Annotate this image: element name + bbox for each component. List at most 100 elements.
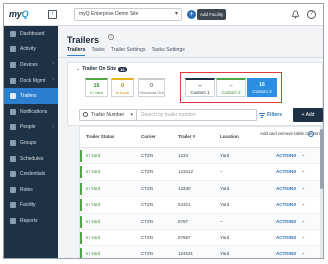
myq-logo[interactable]: myQ — [9, 9, 29, 19]
table-row[interactable]: In Yard CTZN 13340 Yard ACTIONS ⌄ — [80, 180, 322, 198]
stat-in-dock[interactable]: 0 In Dock — [111, 78, 134, 97]
sidebar-item-dashboard[interactable]: Dashboard — [4, 26, 58, 42]
sidebar-item-people[interactable]: People › — [4, 120, 58, 136]
add-trailer-button[interactable]: + Add — [293, 108, 323, 122]
sidebar-item-credentials[interactable]: Credentials — [4, 166, 58, 182]
tab-tasks[interactable]: Tasks — [91, 47, 104, 56]
actions-button[interactable]: ACTIONS — [276, 169, 296, 174]
sidebar-item-groups[interactable]: Groups — [4, 135, 58, 151]
cell-location: Yard — [220, 153, 230, 158]
cell-carrier: CTZN — [141, 153, 153, 158]
tab-trailers[interactable]: Trailers — [67, 47, 86, 56]
chevron-down-icon[interactable]: ⌄ — [301, 201, 305, 207]
custom-value: -- — [229, 83, 233, 89]
add-facility-icon[interactable]: + — [187, 10, 196, 19]
cell-trailer-status: In Yard — [80, 248, 130, 258]
sidebar-item-schedules[interactable]: Schedules — [4, 151, 58, 167]
gear-icon[interactable] — [308, 131, 314, 137]
page-title: Trailers — [67, 35, 100, 45]
cell-trailer-status: In Yard — [80, 150, 130, 162]
sidebar-item-facility[interactable]: Facility — [4, 198, 58, 214]
actions-button[interactable]: ACTIONS — [276, 219, 296, 224]
cell-location: Yard — [220, 234, 230, 240]
custom-card-1[interactable]: -- Custom 1 — [185, 78, 215, 97]
devices-icon — [10, 61, 16, 68]
chevron-down-icon: ▾ — [174, 11, 178, 17]
reports-icon — [10, 217, 16, 224]
main-content: Trailers ? Trailers Tasks Trailer Settin… — [58, 26, 323, 258]
custom-value: -- — [198, 83, 202, 89]
search-input[interactable]: Search by trailer number — [137, 109, 257, 121]
chevron-down-icon[interactable]: ⌄ — [301, 218, 305, 224]
actions-button[interactable]: ACTIONS — [276, 235, 296, 240]
dock-icon — [10, 77, 16, 84]
chevron-down-icon: ▾ — [130, 112, 133, 118]
trailer-on-site-toggle[interactable]: ⌄ Trailer On Site 16 — [76, 66, 127, 72]
column-location[interactable]: Location — [220, 134, 239, 139]
search-field-select[interactable]: Trailer Number ▾ — [79, 109, 137, 121]
table-row[interactable]: In Yard CTZN 8787 -- ACTIONS ⌄ — [80, 213, 322, 230]
stat-value: 0 — [120, 83, 125, 89]
people-icon — [10, 124, 16, 131]
table-row[interactable]: In Yard CTZN 87687 Yard ACTIONS ⌄ — [80, 230, 322, 247]
stat-in-yard[interactable]: 16 In Yard — [85, 78, 108, 97]
cell-location: -- — [220, 169, 223, 175]
actions-button[interactable]: ACTIONS — [276, 202, 296, 207]
actions-button[interactable]: ACTIONS — [276, 251, 296, 256]
trailer-on-site-heading: Trailer On Site — [82, 66, 117, 72]
stat-value: 16 — [93, 83, 100, 89]
table-scrollbar[interactable] — [320, 127, 323, 258]
chevron-down-icon[interactable]: ⌄ — [301, 250, 305, 256]
roles-icon — [10, 186, 16, 193]
search-field-value: Trailer Number — [91, 112, 125, 118]
cell-carrier: CTZN — [141, 202, 153, 208]
sidebar-item-notifications[interactable]: Notifications — [4, 104, 58, 120]
table-row[interactable]: In Yard CTZN 123412 -- ACTIONS ⌄ — [80, 164, 322, 181]
table-row[interactable]: In Yard CTZN 124531 Yard ACTIONS ⌄ — [80, 246, 322, 258]
custom-card-2[interactable]: -- Custom 2 — [216, 78, 246, 97]
sidebar-item-roles[interactable]: Roles — [4, 182, 58, 198]
cell-carrier: CTZN — [141, 234, 153, 240]
tab-tasks-settings[interactable]: Tasks Settings — [151, 47, 184, 56]
chevron-down-icon[interactable]: ⌄ — [301, 185, 305, 191]
add-facility-button[interactable]: Add Facility — [197, 9, 227, 20]
sidebar-item-dock-mgmt[interactable]: Dock Mgmt › — [4, 73, 58, 89]
sidebar-item-label: Credentials — [20, 171, 46, 178]
cell-trailer-number: 8787 — [178, 218, 189, 224]
table-row[interactable]: In Yard CTZN 54321 Yard ACTIONS ⌄ — [80, 197, 322, 214]
tab-trailer-settings[interactable]: Trailer Settings — [111, 47, 146, 56]
cell-trailer-number: 13340 — [178, 185, 191, 191]
schedules-icon — [10, 155, 16, 162]
filters-button[interactable]: Filters — [259, 109, 282, 121]
facility-icon — [10, 202, 16, 209]
custom-label: Custom 1 — [190, 90, 210, 95]
stat-label: In Dock — [115, 90, 130, 95]
chevron-down-icon[interactable]: ⌄ — [301, 168, 305, 174]
cell-trailer-status: In Yard — [80, 215, 130, 228]
help-icon[interactable]: ? — [307, 10, 316, 19]
chevron-down-icon[interactable]: ⌄ — [301, 234, 305, 240]
sidebar-item-devices[interactable]: Devices › — [4, 57, 58, 73]
scrollbar-thumb[interactable] — [320, 129, 323, 189]
table-row[interactable]: In Yard CTZN 1234 Yard ACTIONS ⌄ — [80, 148, 322, 165]
column-trailer-status[interactable]: Trailer Status — [86, 134, 115, 139]
chevron-right-icon: › — [52, 61, 54, 68]
sidebar-item-activity[interactable]: Activity — [4, 42, 58, 58]
collapse-sidebar-icon[interactable]: ‹ — [48, 10, 57, 19]
stat-checked-out[interactable]: 0 Checkout Out — [138, 78, 165, 97]
column-trailer-number[interactable]: Trailer # — [178, 134, 195, 139]
site-selector[interactable]: myQ Enterprise Demo Site ▾ — [74, 8, 182, 21]
cell-trailer-status: In Yard — [80, 182, 130, 195]
column-carrier[interactable]: Carrier — [141, 134, 156, 139]
sidebar-item-label: People — [20, 124, 36, 131]
cell-trailer-status: In Yard — [80, 199, 130, 212]
actions-button[interactable]: ACTIONS — [276, 153, 296, 158]
actions-button[interactable]: ACTIONS — [276, 186, 296, 191]
sidebar-item-trailers[interactable]: Trailers — [4, 88, 58, 104]
sidebar-item-reports[interactable]: Reports — [4, 213, 58, 229]
chevron-down-icon[interactable]: ⌄ — [301, 152, 305, 158]
custom-card-3[interactable]: 16 Custom 3 — [247, 78, 277, 97]
info-icon[interactable]: ? — [108, 34, 114, 40]
bell-icon[interactable] — [291, 10, 300, 19]
filters-label: Filters — [267, 112, 283, 118]
